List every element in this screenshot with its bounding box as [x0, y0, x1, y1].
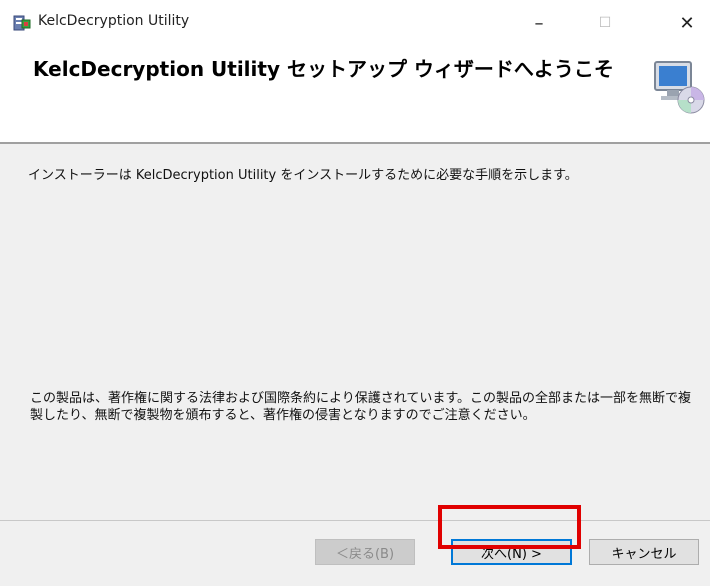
- intro-text: インストーラーは KelcDecryption Utility をインストールす…: [28, 168, 578, 183]
- title-bar: KelcDecryption Utility – ☐ ✕: [0, 0, 710, 44]
- close-icon: ✕: [679, 12, 695, 34]
- maximize-icon: ☐: [598, 15, 612, 31]
- window-title: KelcDecryption Utility: [38, 13, 190, 29]
- cancel-button[interactable]: キャンセル: [589, 539, 699, 565]
- maximize-button: ☐: [582, 8, 628, 38]
- wizard-header: KelcDecryption Utility セットアップ ウィザードへようこそ: [0, 44, 710, 142]
- page-title: KelcDecryption Utility セットアップ ウィザードへようこそ: [33, 57, 614, 81]
- wizard-body: インストーラーは KelcDecryption Utility をインストールす…: [0, 144, 710, 520]
- wizard-footer: ＜戻る(B) 次へ(N) > キャンセル: [0, 521, 710, 586]
- computer-cd-icon: [654, 61, 705, 114]
- copyright-notice: この製品は、著作権に関する法律および国際条約により保護されています。この製品の全…: [30, 391, 692, 423]
- minimize-button[interactable]: –: [516, 8, 562, 38]
- close-button[interactable]: ✕: [664, 8, 710, 38]
- installer-app-icon: [13, 15, 31, 31]
- minimize-icon: –: [534, 12, 544, 34]
- next-button[interactable]: 次へ(N) >: [451, 539, 572, 565]
- back-button: ＜戻る(B): [315, 539, 415, 565]
